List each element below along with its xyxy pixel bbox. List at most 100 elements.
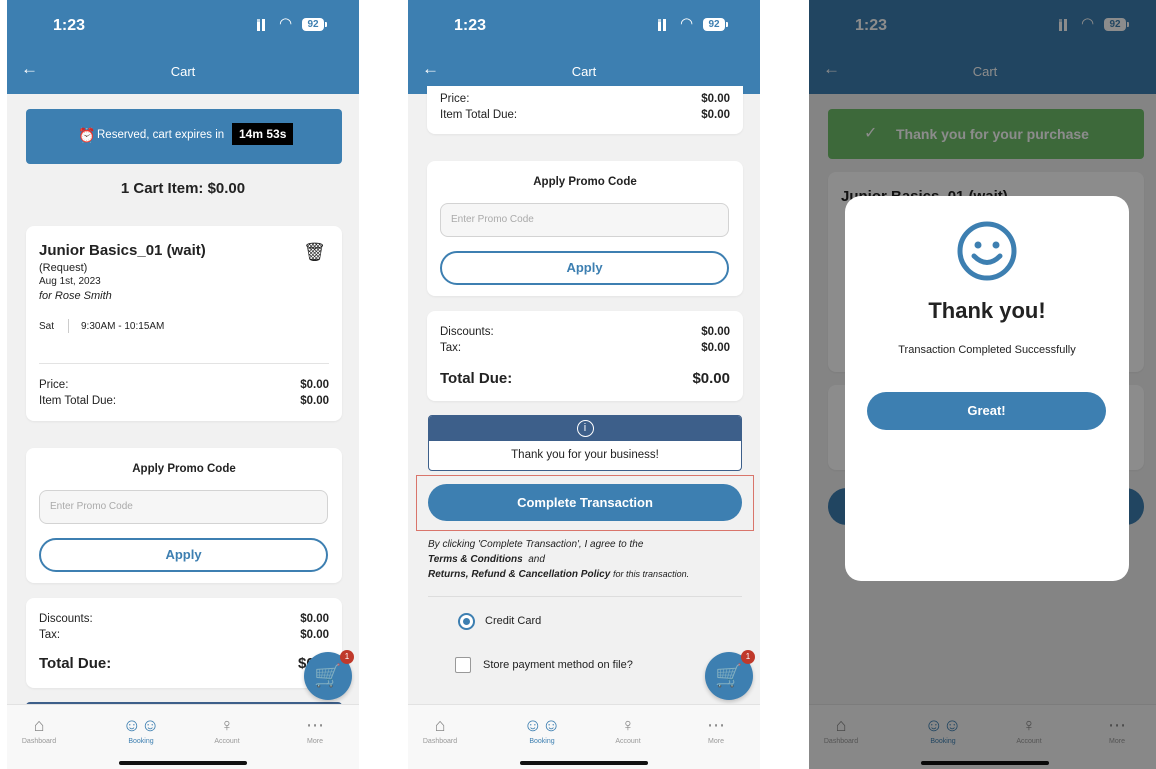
price-label: Price: xyxy=(440,93,470,105)
tab-bar: ⌂ Dashboard ☺☺ Booking ♀ Account ⋯ More xyxy=(7,704,359,769)
item-total-value: $0.00 xyxy=(300,395,329,407)
person-icon: ♀ xyxy=(220,715,234,735)
cart-badge: 1 xyxy=(340,650,354,664)
people-icon: ☺☺ xyxy=(523,715,561,735)
more-icon: ⋯ xyxy=(707,715,725,735)
home-indicator xyxy=(520,761,648,765)
promo-title: Apply Promo Code xyxy=(533,176,637,188)
tax-label: Tax: xyxy=(39,629,61,641)
price-row: Price: $0.00 xyxy=(440,91,730,107)
phone-screen-cart: 1:23 ◠ 92 ← Cart ⏰ Reserved, cart expire… xyxy=(7,0,359,769)
item-total-row: Item Total Due: $0.00 xyxy=(39,393,329,409)
tab-more[interactable]: ⋯ More xyxy=(285,713,345,745)
cart-badge: 1 xyxy=(741,650,755,664)
tab-label: Account xyxy=(214,738,240,745)
item-total-row: Item Total Due: $0.00 xyxy=(440,107,730,123)
total-due-value: $0.00 xyxy=(692,370,730,387)
item-total-value: $0.00 xyxy=(701,109,730,121)
modal-title: Thank you! xyxy=(928,298,1046,323)
info-message: Thank you for your business! xyxy=(511,449,659,461)
divider xyxy=(428,596,742,597)
cart-icon: 🛒 xyxy=(715,663,743,688)
cart-item-card: Junior Basics_01 (wait) 🗑 (Request) Aug … xyxy=(26,226,342,421)
status-bar: 1:23 ◠ 92 xyxy=(408,0,760,44)
reserved-text: Reserved, cart expires in xyxy=(97,129,225,141)
page-title: Cart xyxy=(571,64,597,79)
item-total-label: Item Total Due: xyxy=(440,109,518,121)
terms-intro: By clicking 'Complete Transaction', I ag… xyxy=(428,539,644,550)
terms-link[interactable]: Terms & Conditions xyxy=(428,554,523,565)
home-indicator xyxy=(119,761,247,765)
terms-text: By clicking 'Complete Transaction', I ag… xyxy=(428,537,748,582)
promo-card: Apply Promo Code Enter Promo Code Apply xyxy=(427,161,743,296)
modal-message: Transaction Completed Successfully xyxy=(898,344,1076,356)
home-icon: ⌂ xyxy=(33,715,45,735)
info-header: i xyxy=(429,416,741,441)
cart-summary: 1 Cart Item: $0.00 xyxy=(120,180,246,197)
divider xyxy=(39,363,329,364)
tab-dashboard[interactable]: ⌂ Dashboard xyxy=(9,713,69,745)
cart-icon: 🛒 xyxy=(314,663,342,688)
credit-card-label: Credit Card xyxy=(485,615,542,627)
promo-card: Apply Promo Code Enter Promo Code Apply xyxy=(26,448,342,583)
status-time: 1:23 xyxy=(454,17,487,34)
day-divider xyxy=(68,319,69,333)
tab-label: Dashboard xyxy=(21,738,57,745)
promo-title: Apply Promo Code xyxy=(132,463,236,475)
promo-code-input[interactable]: Enter Promo Code xyxy=(440,203,729,237)
tab-label: Booking xyxy=(529,738,555,745)
discounts-label: Discounts: xyxy=(440,326,494,338)
price-label: Price: xyxy=(39,379,69,391)
tab-label: Dashboard xyxy=(422,738,458,745)
terms-outro: for this transaction. xyxy=(613,569,690,579)
status-bar: 1:23 ◠ 92 xyxy=(7,0,359,44)
complete-transaction-button[interactable]: Complete Transaction xyxy=(428,484,742,521)
total-due-label: Total Due: xyxy=(440,370,513,387)
checkbox-icon xyxy=(455,657,471,673)
battery-icon: 92 xyxy=(703,18,728,31)
tab-booking[interactable]: ☺☺ Booking xyxy=(512,713,572,745)
discounts-row: Discounts: $0.00 xyxy=(440,324,730,340)
great-button[interactable]: Great! xyxy=(867,392,1106,430)
people-icon: ☺☺ xyxy=(122,715,160,735)
cart-item-card-bottom: Price: $0.00 Item Total Due: $0.00 xyxy=(427,86,743,134)
store-method-label: Store payment method on file? xyxy=(483,659,633,671)
terms-and: and xyxy=(528,554,545,565)
reservation-banner: ⏰ Reserved, cart expires in 14m 53s xyxy=(26,109,342,164)
item-date: Aug 1st, 2023 xyxy=(39,276,101,287)
item-type: (Request) xyxy=(39,262,88,274)
price-rows: Price: $0.00 Item Total Due: $0.00 xyxy=(440,91,730,123)
wifi-icon: ◠ xyxy=(680,15,694,32)
price-row: Price: $0.00 xyxy=(39,377,329,393)
tax-label: Tax: xyxy=(440,342,462,354)
promo-code-input[interactable]: Enter Promo Code xyxy=(39,490,328,524)
phone-screen-success: 1:23 ◠ 92 ← Cart ✓ Thank you for your pu… xyxy=(809,0,1156,769)
item-time: 9:30AM - 10:15AM xyxy=(81,321,165,332)
home-icon: ⌂ xyxy=(434,715,446,735)
cart-fab[interactable]: 🛒 1 xyxy=(304,650,354,700)
policy-link[interactable]: Returns, Refund & Cancellation Policy xyxy=(428,569,610,580)
signal-icon xyxy=(658,19,666,31)
discounts-value: $0.00 xyxy=(300,613,329,625)
success-modal: Thank you! Transaction Completed Success… xyxy=(845,196,1129,581)
smiley-icon xyxy=(955,219,1019,283)
signal-icon xyxy=(257,19,265,31)
tax-row: Tax: $0.00 xyxy=(440,340,730,356)
item-day: Sat xyxy=(39,321,55,332)
discounts-row: Discounts: $0.00 xyxy=(39,611,329,627)
wifi-icon: ◠ xyxy=(279,15,293,32)
apply-button[interactable]: Apply xyxy=(440,251,729,285)
tab-booking[interactable]: ☺☺ Booking xyxy=(111,713,171,745)
apply-button[interactable]: Apply xyxy=(39,538,328,572)
expiry-timer: 14m 53s xyxy=(232,123,294,145)
cart-fab[interactable]: 🛒 1 xyxy=(705,650,755,700)
tab-dashboard[interactable]: ⌂ Dashboard xyxy=(410,713,470,745)
totals-card: Discounts:$0.00 Tax:$0.00 Total Due: $0 xyxy=(26,598,342,688)
item-name: Junior Basics_01 (wait) xyxy=(39,242,206,259)
tab-account[interactable]: ♀ Account xyxy=(197,713,257,745)
trash-icon[interactable]: 🗑 xyxy=(303,242,326,263)
tab-account[interactable]: ♀ Account xyxy=(598,713,658,745)
tab-more[interactable]: ⋯ More xyxy=(686,713,746,745)
tab-label: Booking xyxy=(128,738,154,745)
radio-selected-icon xyxy=(458,613,475,630)
